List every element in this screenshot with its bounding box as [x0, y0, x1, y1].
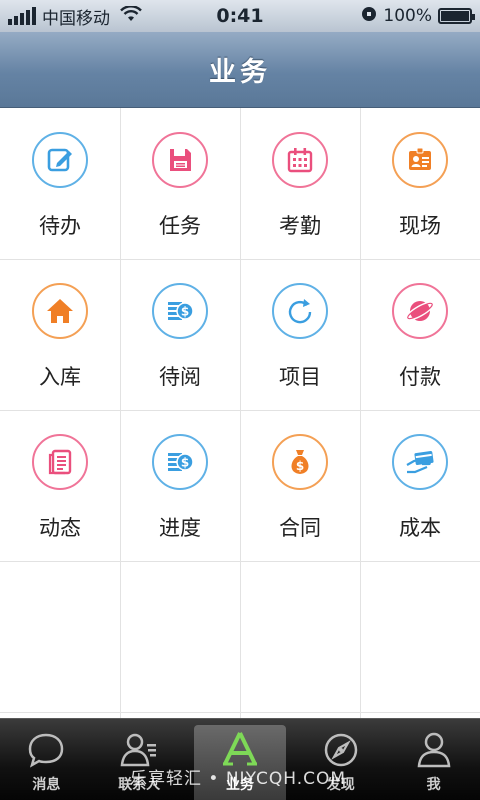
grid-item-cost[interactable]: 成本 [360, 410, 480, 561]
card-payment-icon [392, 434, 448, 490]
grid-item-label: 入库 [39, 365, 81, 389]
grid-item-contract[interactable]: $ 合同 [240, 410, 360, 561]
grid-item-warehouse-in[interactable]: 入库 [0, 259, 120, 410]
grid-item-label: 项目 [279, 365, 321, 389]
grid-item-attendance[interactable]: 考勤 [240, 108, 360, 259]
tab-me[interactable]: 我 [387, 719, 480, 800]
svg-text:$: $ [181, 305, 189, 319]
refresh-icon [272, 283, 328, 339]
calendar-icon [272, 132, 328, 188]
grid-item-label: 合同 [279, 516, 321, 540]
grid-item-label: 任务 [159, 214, 201, 238]
grid-item-to-read[interactable]: $ 待阅 [120, 259, 240, 410]
grid-item-news[interactable]: 动态 [0, 410, 120, 561]
grid-item-todo[interactable]: 待办 [0, 108, 120, 259]
tab-label: 我 [426, 777, 441, 793]
battery-percent: 100% [383, 6, 432, 26]
edit-icon [32, 132, 88, 188]
person-icon [417, 732, 450, 768]
svg-text:$: $ [181, 456, 189, 470]
carrier-name: 中国移动 [42, 8, 110, 29]
page-title: 业务 [209, 57, 271, 88]
chat-bubble-icon [29, 733, 64, 768]
navigation-bar: 业务 [0, 32, 480, 108]
grid-item-label: 成本 [399, 516, 441, 540]
coin-stack-icon: $ [152, 434, 208, 490]
tab-label: 消息 [32, 777, 61, 793]
grid-item-payment[interactable]: 付款 [360, 259, 480, 410]
planet-icon [392, 283, 448, 339]
orientation-lock-icon [361, 6, 377, 27]
money-bag-icon: $ [272, 434, 328, 490]
grid-item-label: 动态 [39, 516, 81, 540]
grid-item-label: 待阅 [159, 365, 201, 389]
status-bar: 中国移动 0:41 100% [0, 0, 480, 32]
floppy-disk-icon [152, 132, 208, 188]
grid-item-label: 进度 [159, 516, 201, 540]
document-icon [32, 434, 88, 490]
grid-item-label: 付款 [399, 365, 441, 389]
grid-item-label: 现场 [399, 214, 441, 238]
watermark-text: 乐享轻汇 • NIYCQH.COM [130, 769, 347, 789]
signal-strength-icon [8, 7, 36, 25]
business-grid: 待办 任务 考勤 现场 入库 $ 待阅 项目 付款 动态 $ 进度 $ 合同 成… [0, 108, 480, 718]
grid-item-project[interactable]: 项目 [240, 259, 360, 410]
grid-item-label: 考勤 [279, 214, 321, 238]
svg-text:$: $ [296, 459, 304, 473]
grid-item-onsite[interactable]: 现场 [360, 108, 480, 259]
battery-icon [438, 8, 475, 24]
grid-item-label: 待办 [39, 214, 81, 238]
grid-item-task[interactable]: 任务 [120, 108, 240, 259]
id-badge-icon [392, 132, 448, 188]
home-icon [32, 283, 88, 339]
wifi-icon [120, 4, 142, 27]
grid-item-progress[interactable]: $ 进度 [120, 410, 240, 561]
coin-stack-icon: $ [152, 283, 208, 339]
tab-messages[interactable]: 消息 [0, 719, 93, 800]
